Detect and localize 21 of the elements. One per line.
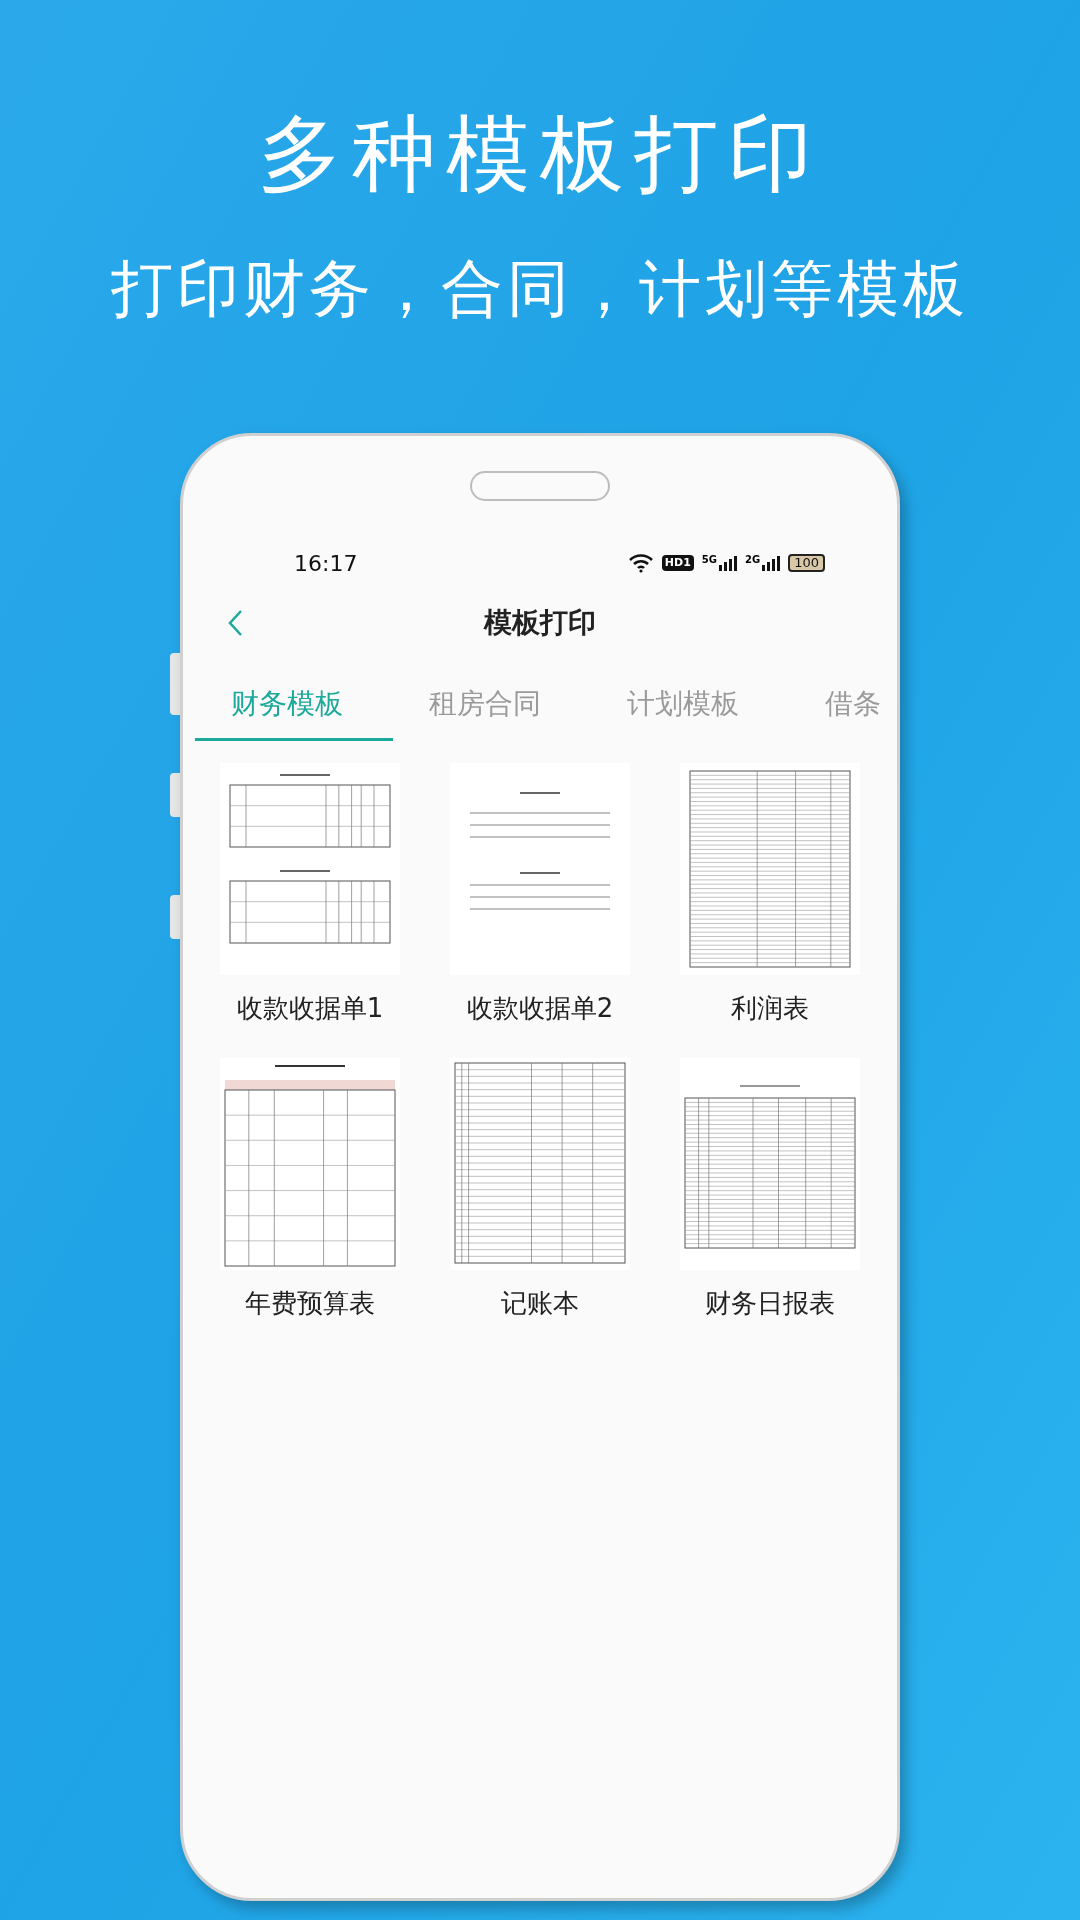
- template-label: 财务日报表: [705, 1287, 835, 1320]
- network-label: 5G: [701, 555, 717, 565]
- template-label: 收款收据单2: [466, 992, 614, 1025]
- battery-icon: 100: [788, 554, 825, 572]
- category-tab[interactable]: 计划模板: [591, 669, 789, 741]
- signal-icon: [719, 555, 737, 571]
- wifi-icon: [627, 553, 654, 573]
- category-tab[interactable]: 租房合同: [393, 669, 591, 741]
- category-tab[interactable]: 借条: [789, 669, 897, 741]
- template-label: 收款收据单1: [236, 992, 384, 1025]
- status-time: 16:17: [294, 549, 358, 578]
- signal-icon: [762, 555, 781, 571]
- page-title: 模板打印: [484, 605, 596, 641]
- template-label: 年费预算表: [245, 1287, 375, 1320]
- category-tab[interactable]: 财务模板: [195, 669, 393, 741]
- network-label: 2G: [745, 555, 761, 565]
- hd-badge: HD1: [661, 555, 694, 571]
- headline: 多种模板打印: [258, 112, 822, 196]
- template-label: 记账本: [501, 1287, 579, 1320]
- template-label: 利润表: [731, 992, 809, 1025]
- subheadline: 打印财务，合同，计划等模板: [111, 258, 969, 320]
